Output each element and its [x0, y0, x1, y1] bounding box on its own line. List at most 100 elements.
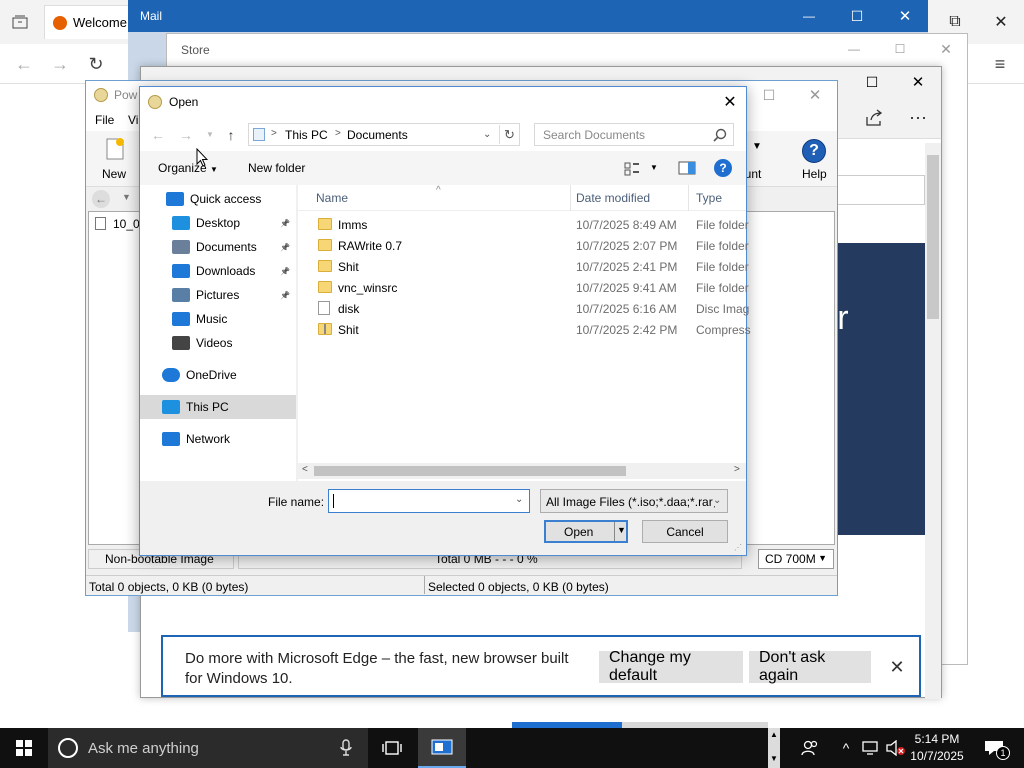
more-icon[interactable]: ⋯ [905, 105, 931, 131]
start-button[interactable] [0, 728, 48, 768]
mail-maximize-button[interactable]: ☐ [842, 4, 872, 28]
search-input[interactable]: Search Documents [534, 123, 734, 146]
dropdown-arrow-icon[interactable]: ▼ [122, 192, 131, 202]
chevron-down-icon[interactable]: ⌄ [483, 129, 491, 140]
task-view-button[interactable] [376, 728, 408, 768]
store-maximize-button[interactable]: ☐ [885, 38, 915, 60]
file-type-select[interactable]: All Image Files (*.iso;*.daa;*.rar; ⌄ [540, 489, 728, 513]
taskbar-app-poweriso[interactable] [418, 728, 466, 768]
network-icon[interactable] [862, 741, 880, 755]
mail-minimize-button[interactable]: — [794, 4, 824, 28]
tab-actions-icon[interactable] [8, 10, 32, 34]
toolbar-help-button[interactable]: ? Help [790, 137, 834, 183]
forward-icon[interactable]: → [48, 52, 72, 76]
menu-icon[interactable]: ≡ [988, 52, 1012, 76]
store-minimize-button[interactable]: — [839, 38, 869, 60]
nav-item[interactable]: Network [140, 427, 296, 451]
horizontal-scrollbar[interactable]: < > [298, 463, 746, 479]
taskbar-clock[interactable]: 5:14 PM 10/7/2025 [904, 728, 970, 768]
share-icon[interactable] [861, 105, 887, 131]
help-icon[interactable]: ? [714, 159, 732, 177]
edge-maximize-button[interactable]: ☐ [857, 71, 887, 93]
tray-scroll[interactable]: ▲ ▼ [768, 728, 780, 768]
nav-item[interactable]: Pictures 📌 [140, 283, 296, 307]
reload-icon[interactable]: ↻ [84, 52, 108, 76]
back-icon[interactable]: ← [12, 52, 36, 76]
file-row[interactable]: Shit 10/7/2025 2:42 PM Compress [298, 319, 751, 340]
file-row[interactable]: Shit 10/7/2025 2:41 PM File folder [298, 256, 749, 277]
toolbar-new-button[interactable]: New [90, 137, 140, 183]
edge-notice-text: Do more with Microsoft Edge – the fast, … [185, 650, 569, 687]
taskbar-search-box[interactable]: Ask me anything [48, 728, 368, 768]
file-row[interactable]: RAWrite 0.7 10/7/2025 2:07 PM File folder [298, 235, 749, 256]
file-row[interactable]: vnc_winsrc 10/7/2025 9:41 AM File folder [298, 277, 749, 298]
nav-item[interactable]: Music [140, 307, 296, 331]
scroll-up-icon[interactable]: ▲ [770, 730, 778, 739]
nav-item[interactable]: Downloads 📌 [140, 259, 296, 283]
breadcrumb-item[interactable]: This PC [285, 128, 328, 142]
pin-icon[interactable]: 📌 [280, 219, 290, 228]
edge-scrollbar[interactable] [925, 143, 941, 699]
nav-item[interactable]: Quick access [140, 187, 296, 211]
edge-close-button[interactable]: ✕ [903, 71, 933, 93]
pin-icon[interactable]: 📌 [280, 267, 290, 276]
up-folder-icon[interactable]: ← [92, 190, 110, 208]
pin-icon[interactable]: 📌 [280, 291, 290, 300]
column-header-name[interactable]: Name [316, 191, 348, 205]
action-center-button[interactable]: 1 [978, 728, 1014, 768]
scroll-left-icon[interactable]: < [302, 464, 308, 475]
clock-time: 5:14 PM [914, 732, 960, 746]
column-divider[interactable] [570, 185, 571, 211]
view-options-button[interactable]: ▼ [622, 159, 662, 179]
browser-tab[interactable]: Welcome [44, 5, 134, 39]
chevron-down-icon[interactable]: ⌄ [515, 494, 523, 505]
new-folder-button[interactable]: New folder [248, 161, 305, 175]
cancel-button[interactable]: Cancel [642, 520, 728, 543]
up-icon[interactable]: ↑ [223, 127, 239, 143]
breadcrumb-item[interactable]: Documents [347, 128, 408, 142]
preview-pane-icon[interactable] [678, 161, 696, 175]
mail-close-button[interactable]: ✕ [890, 4, 920, 28]
column-header-type[interactable]: Type [696, 191, 722, 205]
column-header-date[interactable]: Date modified [576, 191, 650, 205]
browser-restore-button[interactable]: ⧉ [940, 10, 970, 34]
nav-item[interactable]: This PC [140, 395, 296, 419]
recent-locations-icon[interactable]: ▼ [206, 130, 214, 139]
menu-view[interactable]: Vi [128, 113, 138, 127]
menu-file[interactable]: File [95, 113, 114, 127]
refresh-icon[interactable]: ↻ [499, 125, 519, 144]
scroll-right-icon[interactable]: > [734, 464, 740, 475]
media-select[interactable]: CD 700M ▼ [758, 549, 834, 569]
people-button[interactable] [796, 728, 824, 768]
pin-icon[interactable]: 📌 [280, 243, 290, 252]
dialog-close-button[interactable]: ✕ [716, 89, 744, 115]
forward-icon[interactable]: → [178, 127, 194, 143]
open-button[interactable]: Open ▼ [544, 520, 628, 543]
volume-muted-icon[interactable] [886, 740, 906, 756]
nav-item[interactable]: OneDrive [140, 363, 296, 387]
store-close-button[interactable]: ✕ [931, 38, 961, 60]
file-name-input[interactable]: ⌄ [328, 489, 530, 513]
notice-close-button[interactable]: ✕ [883, 653, 911, 681]
dont-ask-again-button[interactable]: Don't ask again [749, 649, 871, 684]
change-default-button[interactable]: Change my default [599, 649, 743, 684]
organize-button[interactable]: Organize ▼ [158, 161, 218, 175]
file-row[interactable]: Imms 10/7/2025 8:49 AM File folder [298, 214, 749, 235]
scroll-down-icon[interactable]: ▼ [770, 754, 778, 763]
chevron-up-icon[interactable]: ^ [838, 738, 854, 758]
taskbar-scroll-thumb[interactable] [512, 722, 622, 728]
open-options-icon[interactable]: ▼ [617, 525, 626, 535]
column-divider[interactable] [688, 185, 689, 211]
poweriso-close-button[interactable]: ✕ [800, 84, 830, 106]
browser-close-button[interactable]: ✕ [986, 10, 1016, 34]
breadcrumb[interactable]: > This PC > Documents ⌄ ↻ [248, 123, 520, 146]
nav-item[interactable]: Documents 📌 [140, 235, 296, 259]
resize-grip-icon[interactable]: ⋰ [734, 543, 742, 552]
microphone-icon[interactable] [340, 739, 352, 757]
scrollbar-thumb[interactable] [314, 466, 626, 476]
nav-item[interactable]: Videos [140, 331, 296, 355]
nav-item[interactable]: Desktop 📌 [140, 211, 296, 235]
file-row[interactable]: disk 10/7/2025 6:16 AM Disc Imag [298, 298, 749, 319]
poweriso-maximize-button[interactable]: ☐ [754, 84, 784, 106]
back-icon[interactable]: ← [150, 127, 166, 143]
